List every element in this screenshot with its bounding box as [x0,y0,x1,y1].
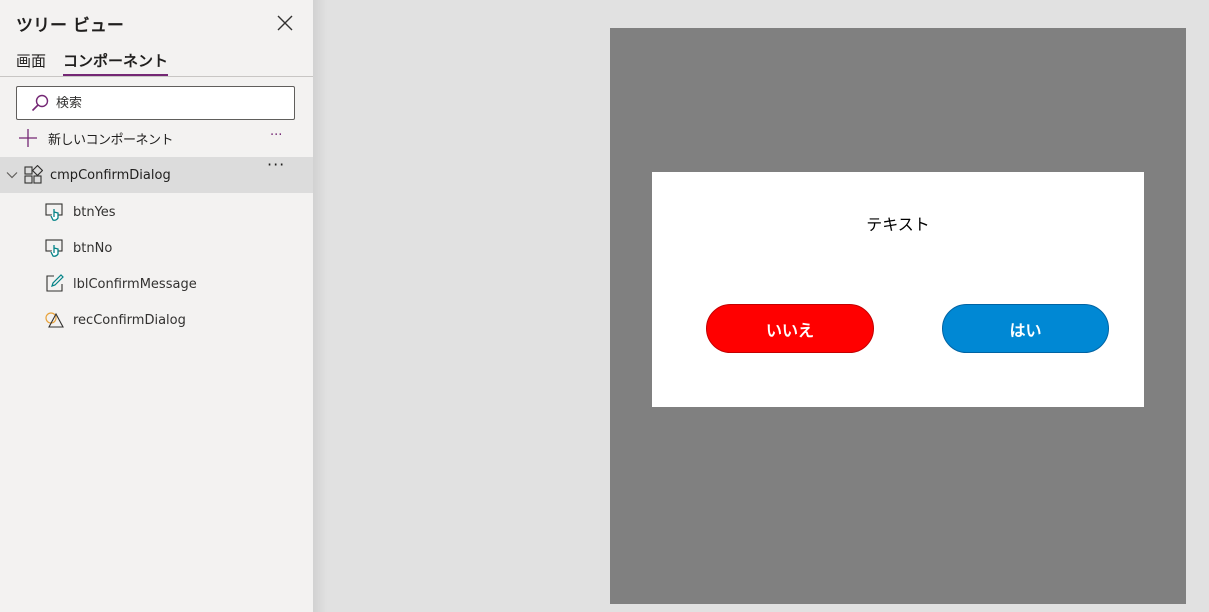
tree-item-lblconfirmmessage[interactable]: lblConfirmMessage [44,266,304,302]
tree-item-label: btnNo [73,240,113,256]
panel-title: ツリー ビュー [16,16,124,36]
shapes-icon [45,312,64,328]
new-component-more-button[interactable]: ··· [270,126,286,150]
search-icon [31,94,49,112]
tab-screens[interactable]: 画面 [16,50,46,76]
yes-button[interactable]: はい [942,304,1109,353]
search-box [16,86,295,120]
close-button[interactable] [272,10,298,36]
tree-item-label: btnYes [73,204,116,220]
tree-item-label: recConfirmDialog [73,312,186,328]
tree-view-tabs: 画面 コンポーネント [16,50,185,76]
label-edit-icon [46,274,64,292]
component-icon [24,165,43,184]
new-component-button[interactable]: 新しいコンポーネント [16,126,296,150]
chevron-down-icon[interactable] [5,168,19,182]
tree-item-recconfirmdialog[interactable]: recConfirmDialog [44,302,304,338]
tabs-divider [0,76,313,77]
tree-item-label: lblConfirmMessage [73,276,197,292]
tree-item-more-button[interactable]: ··· [267,157,291,180]
no-button[interactable]: いいえ [706,304,874,353]
tab-components[interactable]: コンポーネント [63,50,169,76]
close-icon [277,15,293,31]
tree-item-label: cmpConfirmDialog [50,167,171,183]
plus-icon [19,129,37,147]
confirm-dialog[interactable]: テキスト いいえ はい [652,172,1144,407]
tree-item-btnyes[interactable]: btnYes [44,194,304,230]
search-input[interactable] [56,95,276,111]
panel-shadow [313,0,327,612]
tree-item-btnno[interactable]: btnNo [44,230,304,266]
button-icon [45,239,63,257]
button-icon [45,203,63,221]
new-component-label: 新しいコンポーネント [48,132,174,148]
confirm-message-label[interactable]: テキスト [652,211,1144,235]
component-canvas[interactable]: テキスト いいえ はい [610,28,1186,604]
tree-view-panel: ツリー ビュー 画面 コンポーネント 新しいコンポーネント ··· [0,0,313,612]
